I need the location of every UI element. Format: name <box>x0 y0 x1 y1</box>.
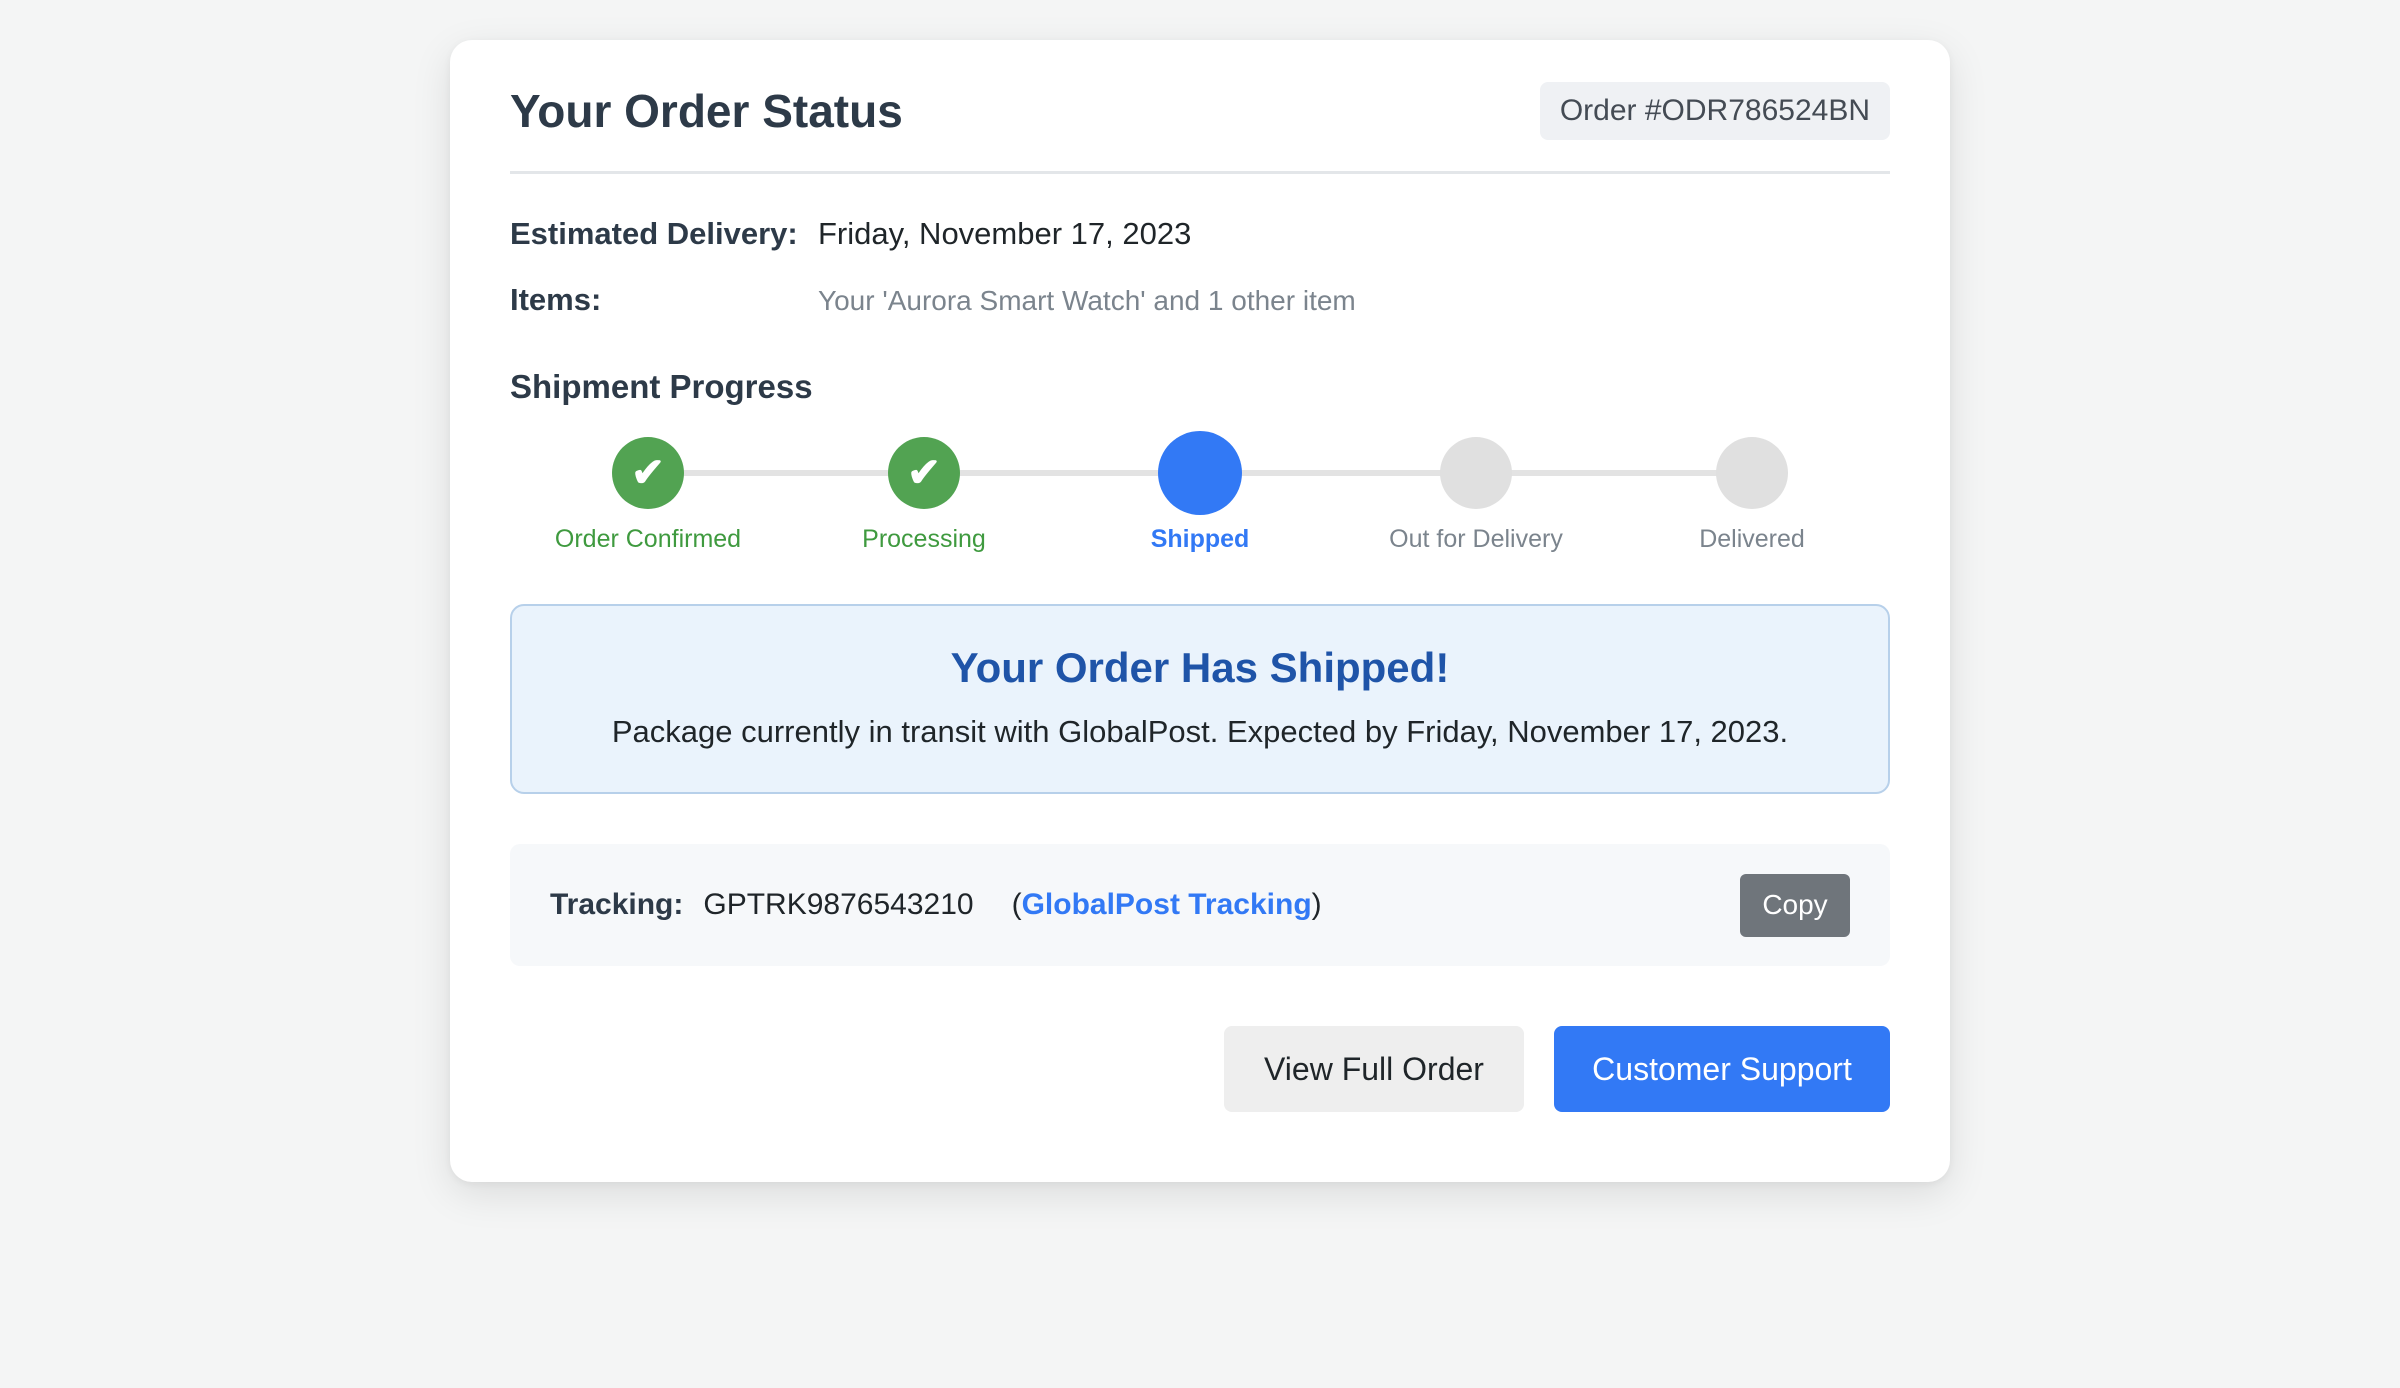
step-order-confirmed-circle: ✔ <box>612 437 684 509</box>
step-out-for-delivery-label: Out for Delivery <box>1389 525 1563 553</box>
step-out-for-delivery-circle <box>1440 437 1512 509</box>
tracking-number: GPTRK9876543210 <box>703 888 974 921</box>
step-processing-label: Processing <box>862 525 986 553</box>
step-delivered-circle <box>1716 437 1788 509</box>
alert-title: Your Order Has Shipped! <box>950 644 1450 691</box>
step-order-confirmed: ✔ Order Confirmed <box>510 434 786 554</box>
step-order-confirmed-label: Order Confirmed <box>554 525 742 553</box>
items-row: Items: Your 'Aurora Smart Watch' and 1 o… <box>510 282 1890 318</box>
step-processing: ✔ Processing <box>786 434 1062 554</box>
step-delivered: Delivered <box>1614 434 1890 554</box>
carrier-tracking-link[interactable]: GlobalPost Tracking <box>1022 888 1312 922</box>
tracking-close-paren: ) <box>1311 888 1322 921</box>
check-icon: ✔ <box>631 451 665 495</box>
card-header: Your Order Status Order #ODR786524BN <box>510 40 1890 174</box>
shipment-progress-title: Shipment Progress <box>510 368 813 405</box>
estimated-delivery-label: Estimated Delivery: <box>510 216 798 251</box>
check-icon: ✔ <box>907 451 941 495</box>
tracking-panel: Tracking: GPTRK9876543210 (GlobalPost Tr… <box>510 844 1890 966</box>
shipment-progress-tracker: ✔ Order Confirmed ✔ Processing Shipped O… <box>510 431 1890 574</box>
tracking-label: Tracking: <box>550 888 684 921</box>
step-shipped-circle <box>1158 431 1242 515</box>
page-title: Your Order Status <box>510 84 903 137</box>
step-shipped: Shipped <box>1062 431 1338 554</box>
items-label: Items: <box>510 282 602 317</box>
customer-support-button[interactable]: Customer Support <box>1554 1026 1890 1112</box>
shipped-alert: Your Order Has Shipped! Package currentl… <box>510 604 1890 794</box>
alert-message: Package currently in transit with Global… <box>611 714 1789 749</box>
items-value: Your 'Aurora Smart Watch' and 1 other it… <box>818 285 1356 316</box>
copy-tracking-button[interactable]: Copy <box>1740 873 1850 937</box>
order-status-card: Your Order Status Order #ODR786524BN Est… <box>450 40 1950 1182</box>
step-shipped-label: Shipped <box>1150 525 1250 553</box>
estimated-delivery-value: Friday, November 17, 2023 <box>818 216 1192 251</box>
order-number-badge: Order #ODR786524BN <box>1539 81 1890 140</box>
step-delivered-label: Delivered <box>1699 525 1805 553</box>
estimated-delivery-row: Estimated Delivery: Friday, November 17,… <box>510 216 1890 252</box>
step-processing-circle: ✔ <box>888 437 960 509</box>
view-full-order-button[interactable]: View Full Order <box>1224 1026 1524 1112</box>
step-out-for-delivery: Out for Delivery <box>1338 434 1614 554</box>
tracking-open-paren: ( <box>1011 888 1022 921</box>
action-bar: View Full Order Customer Support <box>510 1026 1890 1112</box>
